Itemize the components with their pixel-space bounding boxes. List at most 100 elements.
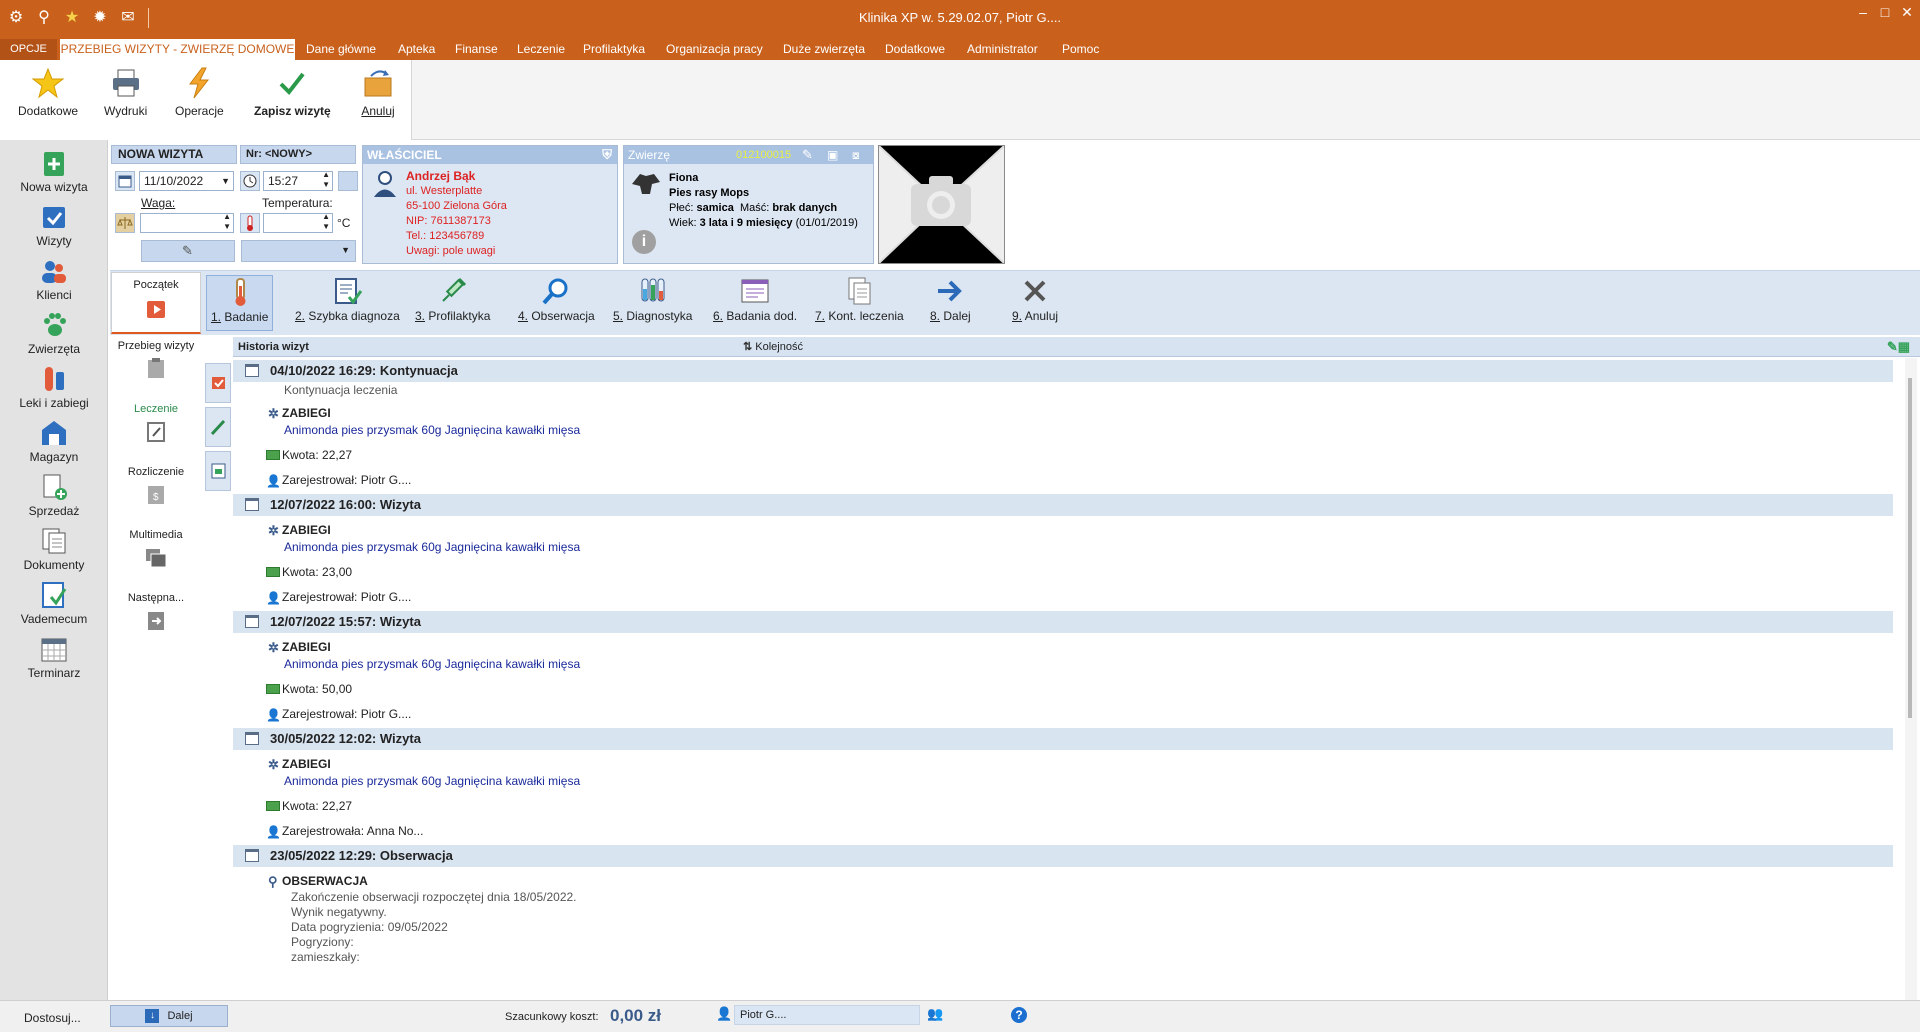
thermometer-button[interactable] [240, 213, 260, 233]
owner-header: WŁAŚCICIEL ⛨ [363, 146, 617, 164]
wydruki-button[interactable]: Wydruki [104, 66, 147, 118]
calendar-check-icon [212, 377, 225, 389]
menu-opcje[interactable]: OPCJE [0, 39, 57, 60]
weight-input[interactable]: ▲ ▼ [140, 212, 234, 233]
time-field[interactable]: 15:27 ▲ ▼ [263, 170, 333, 191]
step-kont-leczenia[interactable]: 7. Kont. leczenia [815, 275, 904, 323]
users-settings-icon[interactable]: 👥 [927, 1006, 943, 1022]
close-button[interactable]: ✕ [1900, 4, 1914, 21]
history-entry-title[interactable]: 23/05/2022 12:29: Obserwacja [233, 845, 1893, 867]
step-anuluj[interactable]: 9. Anuluj [1012, 275, 1058, 323]
anuluj-button[interactable]: Anuluj [361, 66, 395, 118]
camera-icon[interactable]: ▣ [827, 146, 838, 164]
tab-przebieg-wizyty[interactable]: PRZEBIEG WIZYTY - ZWIERZĘ DOMOWE [60, 39, 295, 60]
menu-administrator[interactable]: Administrator [967, 42, 1038, 56]
dodatkowe-button[interactable]: Dodatkowe [18, 66, 78, 118]
help-icon[interactable]: ? [1011, 1007, 1027, 1023]
filter-visits-tab[interactable] [205, 363, 231, 403]
history-item[interactable]: Animonda pies przysmak 60g Jagnięcina ka… [233, 656, 1893, 673]
menu-apteka[interactable]: Apteka [398, 42, 435, 56]
menu-pomoc[interactable]: Pomoc [1062, 42, 1099, 56]
user-field[interactable]: Piotr G.... [734, 1005, 920, 1025]
history-item[interactable]: Animonda pies przysmak 60g Jagnięcina ka… [233, 773, 1893, 790]
step-badanie[interactable]: 1. Badanie [206, 275, 274, 331]
zapisz-wizyte-button[interactable]: Zapisz wizytę [254, 66, 331, 118]
nav-vademecum[interactable]: Vademecum [0, 580, 108, 626]
nav-klienci[interactable]: Klienci [0, 256, 108, 302]
menu-finanse[interactable]: Finanse [455, 42, 498, 56]
history-item[interactable]: Animonda pies przysmak 60g Jagnięcina ka… [233, 422, 1893, 439]
menu-organizacja-pracy[interactable]: Organizacja pracy [666, 42, 763, 56]
menu-bar: OPCJE PRZEBIEG WIZYTY - ZWIERZĘ DOMOWE D… [0, 36, 1920, 60]
info-icon[interactable]: i [632, 230, 656, 254]
history-scrollbar[interactable] [1905, 358, 1917, 1000]
edit-history-icon[interactable]: ✎▦ [1887, 337, 1910, 357]
folder-back-icon [364, 70, 392, 97]
owner-name[interactable]: Andrzej Bąk [406, 169, 507, 184]
diagnosis-icon [335, 278, 363, 305]
section-multimedia[interactable]: Multimedia [110, 529, 202, 569]
shield-icon[interactable]: ⛨ [602, 146, 612, 164]
history-amount: Kwota: 50,00 [233, 681, 1893, 698]
nav-zwierzeta[interactable]: Zwierzęta [0, 310, 108, 356]
date-field[interactable]: 11/10/2022 ▼ [139, 171, 234, 191]
step-dalej[interactable]: 8. Dalej [930, 275, 971, 323]
clock-button[interactable] [240, 171, 260, 191]
dalej-button[interactable]: ↓ Dalej [110, 1005, 228, 1027]
menu-profilaktyka[interactable]: Profilaktyka [583, 42, 645, 56]
nav-wizyty[interactable]: Wizyty [0, 202, 108, 248]
operacje-button[interactable]: Operacje [175, 66, 224, 118]
search-photo-icon[interactable]: ⧇ [852, 146, 860, 164]
nav-dokumenty[interactable]: Dokumenty [0, 526, 108, 572]
observation-line: Data pogryzienia: 09/05/2022 [291, 920, 448, 934]
procedure-icon: ✲ [268, 640, 279, 655]
spin-icon[interactable]: ▲ ▼ [223, 212, 231, 232]
user-icon: 👤 [716, 1006, 733, 1021]
star-icon [31, 67, 65, 99]
edit-bar-button[interactable]: ✎ [141, 240, 235, 262]
filter-documents-tab[interactable] [205, 451, 231, 491]
history-entry-title[interactable]: 12/07/2022 16:00: Wizyta [233, 494, 1893, 516]
section-nastepna[interactable]: Następna... [110, 592, 202, 632]
history-entry-title[interactable]: 12/07/2022 15:57: Wizyta [233, 611, 1893, 633]
nav-leki-i-zabiegi[interactable]: Leki i zabiegi [0, 364, 108, 410]
history-entry-title[interactable]: 04/10/2022 16:29: Kontynuacja [233, 360, 1893, 382]
owner-panel[interactable]: WŁAŚCICIEL ⛨ Andrzej Bąk ul. Westerplatt… [362, 145, 618, 264]
section-leczenie[interactable]: Leczenie [110, 403, 202, 443]
spin-icon[interactable]: ▲ ▼ [322, 170, 330, 190]
pet-photo[interactable] [878, 145, 1005, 264]
step-profilaktyka[interactable]: 3. Profilaktyka [415, 275, 490, 323]
temperature-input[interactable]: ▲ ▼ [263, 212, 333, 233]
nav-nowa-wizyta[interactable]: Nowa wizyta [0, 148, 108, 194]
history-item[interactable]: Animonda pies przysmak 60g Jagnięcina ka… [233, 539, 1893, 556]
step-diagnostyka[interactable]: 5. Diagnostyka [613, 275, 692, 323]
spin-icon[interactable]: ▲ ▼ [322, 212, 330, 232]
scrollbar-thumb[interactable] [1908, 378, 1912, 718]
nav-sprzedaz[interactable]: Sprzedaż [0, 472, 108, 518]
menu-dane-glowne[interactable]: Dane główne [306, 42, 376, 56]
calendar-button[interactable] [115, 171, 135, 191]
maximize-button[interactable]: □ [1878, 4, 1892, 21]
order-button[interactable]: ⇅ Kolejność [743, 337, 803, 357]
nav-terminarz[interactable]: Terminarz [0, 634, 108, 680]
extra-dropdown[interactable]: ▼ [241, 240, 356, 262]
section-rozliczenie[interactable]: Rozliczenie $ [110, 466, 202, 506]
chevron-down-icon[interactable]: ▼ [221, 172, 230, 190]
step-obserwacja[interactable]: 4. Obserwacja [518, 275, 595, 323]
minimize-button[interactable]: – [1856, 4, 1870, 21]
pencil-icon[interactable]: ✎ [802, 146, 813, 164]
menu-leczenie[interactable]: Leczenie [517, 42, 565, 56]
menu-duze-zwierzeta[interactable]: Duże zwierzęta [783, 42, 865, 56]
history-list[interactable]: 04/10/2022 16:29: Kontynuacja Kontynuacj… [233, 358, 1893, 1000]
menu-dodatkowe[interactable]: Dodatkowe [885, 42, 945, 56]
step-badania-dod[interactable]: 6. Badania dod. [713, 275, 797, 323]
section-przebieg-wizyty[interactable]: Przebieg wizyty [110, 340, 202, 380]
tab-poczatek[interactable]: Początek [111, 272, 201, 334]
dostosuj-link[interactable]: Dostosuj... [24, 1011, 81, 1025]
step-szybka-diagnoza[interactable]: 2. Szybka diagnoza [295, 275, 400, 323]
scale-button[interactable] [115, 213, 135, 233]
nav-magazyn[interactable]: Magazyn [0, 418, 108, 464]
history-entry-title[interactable]: 30/05/2022 12:02: Wizyta [233, 728, 1893, 750]
pet-panel[interactable]: Zwierzę 012100015 ✎ ▣ ⧇ i Fiona Pies ras… [623, 145, 874, 264]
filter-treatments-tab[interactable] [205, 407, 231, 447]
